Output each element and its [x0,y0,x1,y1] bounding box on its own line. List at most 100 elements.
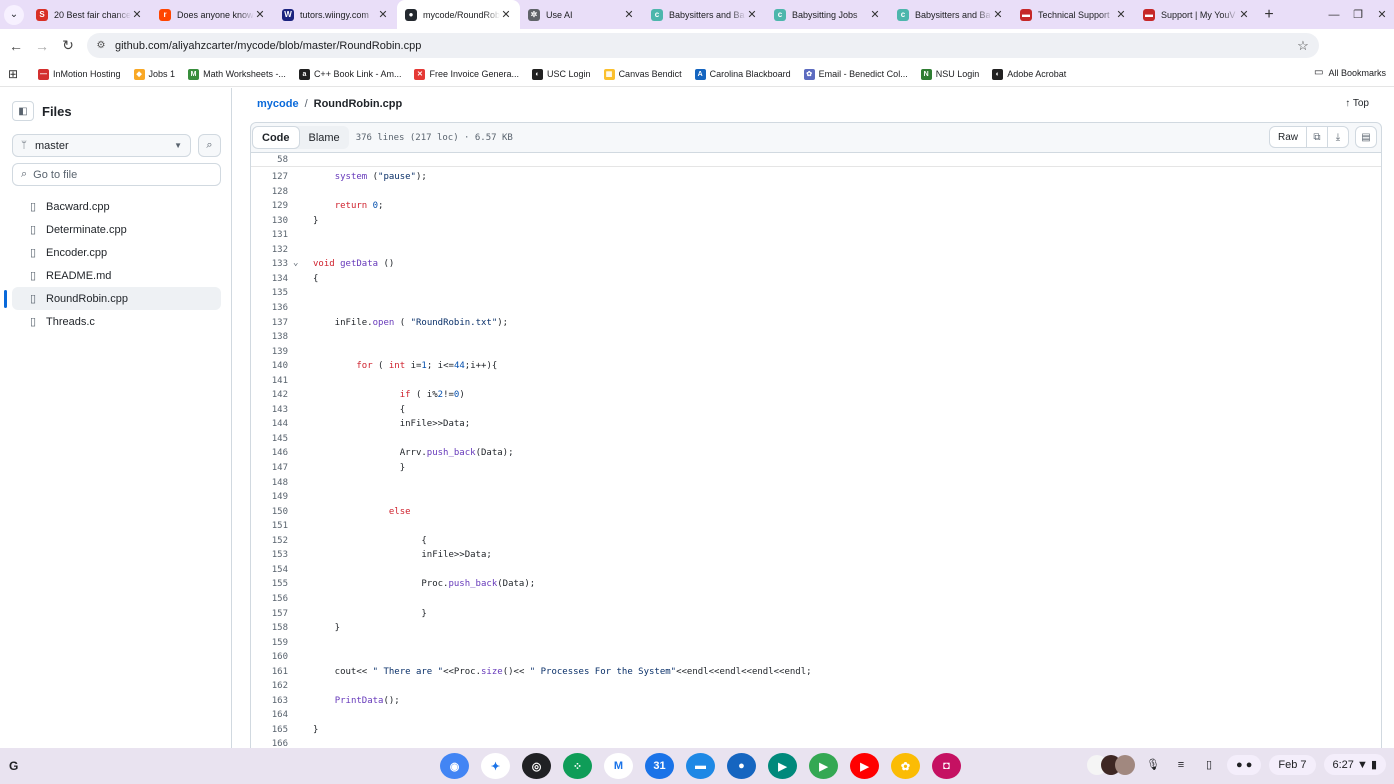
tab-close-icon[interactable]: ✕ [377,8,389,21]
site-info-icon[interactable]: ⚙ [93,38,109,54]
line-number[interactable]: 147 [251,463,288,473]
apps-app-icon[interactable]: ⁘ [563,753,592,779]
symbols-panel-icon[interactable]: ▤ [1355,126,1377,148]
line-number[interactable]: 138 [251,332,288,342]
fold-chevron-icon[interactable]: ⌄ [293,258,298,268]
file-tree-item[interactable]: ▯ RoundRobin.cpp [4,287,221,310]
line-number[interactable]: 133 [251,259,288,269]
bookmark-item[interactable]: A Carolina Blackboard [694,68,791,80]
code-tab[interactable]: Code [252,126,300,149]
line-number[interactable]: 137 [251,318,288,328]
gemini-app-icon[interactable]: ✦ [481,753,510,779]
line-number[interactable]: 136 [251,303,288,313]
line-number[interactable]: 153 [251,550,288,560]
line-number[interactable]: 149 [251,492,288,502]
tab-close-icon[interactable]: ✕ [992,8,1004,21]
line-number[interactable]: 132 [251,245,288,255]
bookmark-item[interactable]: N NSU Login [920,68,979,80]
status-area[interactable]: 6:27 ▼ ▮ [1323,754,1386,775]
bookmark-item[interactable]: ✿ Email - Benedict Col... [803,68,908,80]
play-app-icon[interactable]: ▶ [809,753,838,779]
files-app-icon[interactable]: ▬ [686,753,715,779]
browser-tab[interactable]: r Does anyone know ✕ [151,0,274,29]
microphone-icon[interactable]: 🎙 [1143,758,1163,771]
tab-close-icon[interactable]: ✕ [623,8,635,21]
line-number[interactable]: 165 [251,725,288,735]
tab-search-button[interactable]: ⌄ [0,1,28,29]
browser-tab[interactable]: c Babysitters and Ba ✕ [889,0,1012,29]
bookmark-item[interactable]: ◆ Jobs 1 [133,68,175,80]
playlist-icon[interactable]: ≡ [1171,759,1191,771]
line-number[interactable]: 142 [251,390,288,400]
browser-tab[interactable]: ▬ Technical Support ✕ [1012,0,1135,29]
line-number[interactable]: 157 [251,609,288,619]
gmail-app-icon[interactable]: M [604,753,633,779]
restore-icon[interactable]: ❐ [1346,8,1370,21]
account-avatars[interactable] [1087,754,1135,775]
line-number[interactable]: 140 [251,361,288,371]
blame-tab[interactable]: Blame [300,126,349,149]
bookmark-item[interactable]: ✕ Free Invoice Genera... [414,68,519,80]
go-to-file-input[interactable]: ⌕ Go to file [12,163,221,186]
line-number[interactable]: 152 [251,536,288,546]
line-number[interactable]: 150 [251,507,288,517]
line-number[interactable]: 130 [251,216,288,226]
minimize-icon[interactable]: — [1322,9,1346,21]
line-number[interactable]: 145 [251,434,288,444]
line-number[interactable]: 161 [251,667,288,677]
chrome-app-icon[interactable]: ◉ [440,753,469,779]
line-number[interactable]: 144 [251,419,288,429]
bookmark-item[interactable]: — InMotion Hosting [38,68,121,80]
tab-close-icon[interactable]: ✕ [1238,8,1250,21]
podcast-app-icon[interactable]: ◎ [522,753,551,779]
file-tree-item[interactable]: ▯ Threads.c [12,310,221,333]
forward-icon[interactable]: → [29,38,55,54]
file-tree-item[interactable]: ▯ README.md [12,264,221,287]
file-tree-item[interactable]: ▯ Encoder.cpp [12,241,221,264]
line-number[interactable]: 143 [251,405,288,415]
notification-pill[interactable]: ● ● [1227,754,1262,775]
browser-tab[interactable]: ▬ Support | My YouV ✕ [1135,0,1258,29]
calendar-app-icon[interactable]: 31 [645,753,674,779]
download-icon[interactable]: ⤓ [1327,126,1349,148]
bookmark-item[interactable]: a C++ Book Link - Am... [298,68,401,80]
browser-tab[interactable]: ● mycode/RoundRobin ✕ [397,0,520,29]
reload-icon[interactable]: ↻ [55,37,81,54]
close-icon[interactable]: ✕ [1370,8,1394,21]
copy-icon[interactable]: ⧉ [1306,126,1328,148]
tab-close-icon[interactable]: ✕ [500,8,512,21]
launcher-button[interactable]: G [9,759,18,773]
bookmark-item[interactable]: M Math Worksheets -... [188,68,286,80]
line-number[interactable]: 158 [251,623,288,633]
line-number[interactable]: 131 [251,230,288,240]
browser-tab[interactable]: ✲ Use AI ✕ [520,0,643,29]
line-number[interactable]: 141 [251,376,288,386]
bookmark-item[interactable]: ▦ Canvas Bendict [603,68,682,80]
line-number[interactable]: 151 [251,521,288,531]
raw-button[interactable]: Raw [1268,126,1307,148]
line-number[interactable]: 135 [251,288,288,298]
line-number[interactable]: 128 [251,187,288,197]
line-number[interactable]: 127 [251,172,288,182]
line-number[interactable]: 163 [251,696,288,706]
top-button[interactable]: ↑ Top [1345,98,1369,109]
meet-app-icon[interactable]: ▶ [768,753,797,779]
apps-grid-icon[interactable]: ⊞ [8,67,38,81]
search-files-button[interactable]: ⌕ [198,134,221,157]
bookmark-item[interactable]: ◐ USC Login [532,68,591,80]
line-number[interactable]: 139 [251,347,288,357]
line-number[interactable]: 148 [251,478,288,488]
line-number[interactable]: 164 [251,710,288,720]
line-number[interactable]: 134 [251,274,288,284]
browser-tab[interactable]: S 20 Best fair chance ✕ [28,0,151,29]
branch-selector[interactable]: ᛘ master ▼ [12,134,191,157]
tab-close-icon[interactable]: ✕ [254,8,266,21]
date-pill[interactable]: Feb 7 [1269,754,1316,775]
tab-close-icon[interactable]: ✕ [746,8,758,21]
phone-hub-icon[interactable]: ▯ [1199,758,1219,771]
url-text[interactable]: github.com/aliyahzcarter/mycode/blob/mas… [115,40,1293,52]
chat-app-icon[interactable]: ● [727,753,756,779]
browser-tab[interactable]: c Babysitters and Ba ✕ [643,0,766,29]
youtube-app-icon[interactable]: ▶ [850,753,879,779]
breadcrumb-repo-link[interactable]: mycode [257,98,299,110]
